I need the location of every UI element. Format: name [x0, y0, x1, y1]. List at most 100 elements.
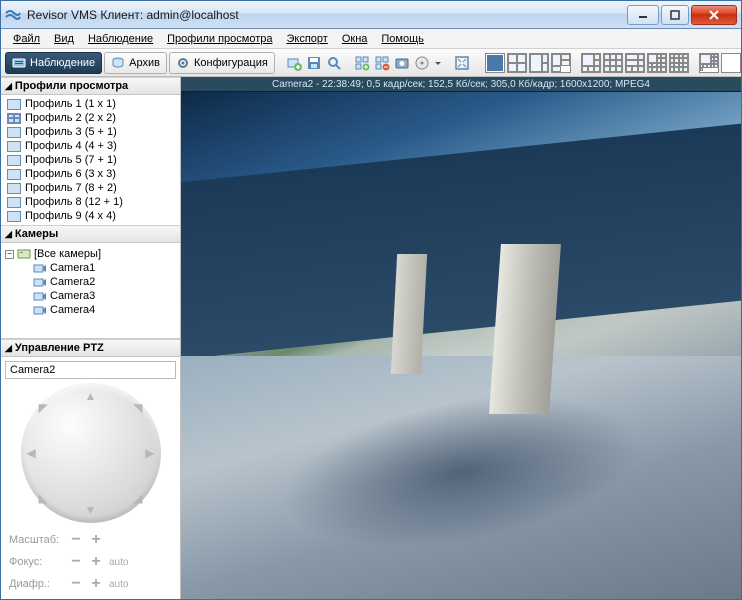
camera-item[interactable]: Camera3: [5, 289, 176, 303]
surveillance-icon: [12, 56, 26, 70]
iris-close-button[interactable]: −: [69, 575, 83, 593]
layout-4x4[interactable]: [669, 53, 689, 73]
profiles-header[interactable]: ◢Профили просмотра: [1, 77, 180, 95]
menu-export[interactable]: Экспорт: [280, 31, 333, 47]
tool-search[interactable]: [325, 52, 343, 74]
ptz-header[interactable]: ◢Управление PTZ: [1, 339, 180, 357]
tab-config-label: Конфигурация: [194, 57, 268, 69]
expand-icon[interactable]: −: [5, 250, 14, 259]
camera-video-feed[interactable]: [181, 92, 741, 599]
ptz-iris-row: Диафр.: − + auto: [5, 573, 176, 595]
camera-item[interactable]: Camera2: [5, 275, 176, 289]
layout-5x5[interactable]: [721, 53, 741, 73]
ptz-zoom-row: Масштаб: − +: [5, 529, 176, 551]
layout-1x1[interactable]: [485, 53, 505, 73]
close-button[interactable]: [691, 5, 737, 25]
profile-item[interactable]: Профиль 6 (3 x 3): [1, 167, 180, 181]
menubar: Файл Вид Наблюдение Профили просмотра Эк…: [1, 29, 741, 49]
joy-right-icon: ▶: [145, 446, 154, 460]
ptz-zoom-label: Масштаб:: [9, 534, 63, 546]
joy-nw-icon: ◤: [39, 401, 48, 415]
ptz-panel: ◢Управление PTZ Camera2 ▲ ▼ ◀ ▶ ◥ ◤ ◢ ◣: [1, 338, 180, 599]
tool-add[interactable]: [285, 52, 303, 74]
ptz-iris-label: Диафр.:: [9, 578, 63, 590]
menu-file[interactable]: Файл: [7, 31, 46, 47]
layout-5p1[interactable]: [529, 53, 549, 73]
tab-surveillance[interactable]: Наблюдение: [5, 52, 102, 74]
tool-snapshot[interactable]: [393, 52, 411, 74]
profile-item[interactable]: Профиль 4 (4 + 3): [1, 139, 180, 153]
app-icon: [5, 7, 21, 23]
profile-item[interactable]: Профиль 5 (7 + 1): [1, 153, 180, 167]
camera-icon: [33, 305, 47, 316]
archive-icon: [111, 56, 125, 70]
layout-icon: [7, 211, 21, 222]
profile-item[interactable]: Профиль 9 (4 x 4): [1, 209, 180, 223]
iris-open-button[interactable]: +: [89, 575, 103, 593]
joy-ne-icon: ◥: [133, 401, 142, 415]
layout-4p3[interactable]: [551, 53, 571, 73]
zoom-in-button[interactable]: +: [89, 531, 103, 549]
joy-down-icon: ▼: [85, 503, 97, 517]
profile-item[interactable]: Профиль 7 (8 + 2): [1, 181, 180, 195]
profile-item[interactable]: Профиль 3 (5 + 1): [1, 125, 180, 139]
ptz-camera-select[interactable]: Camera2: [5, 361, 176, 379]
focus-auto-button[interactable]: auto: [109, 557, 128, 568]
profiles-list: Профиль 1 (1 x 1) Профиль 2 (2 x 2) Проф…: [1, 95, 180, 225]
iris-auto-button[interactable]: auto: [109, 579, 128, 590]
joy-up-icon: ▲: [85, 389, 97, 403]
sidebar: ◢Профили просмотра Профиль 1 (1 x 1) Про…: [1, 77, 181, 599]
layout-12p1[interactable]: [647, 53, 667, 73]
tab-archive[interactable]: Архив: [104, 52, 167, 74]
tool-grid-remove[interactable]: [373, 52, 391, 74]
zoom-out-button[interactable]: −: [69, 531, 83, 549]
focus-near-button[interactable]: −: [69, 553, 83, 571]
profile-item[interactable]: Профиль 1 (1 x 1): [1, 97, 180, 111]
tool-disc[interactable]: [413, 52, 431, 74]
layout-icon: [7, 155, 21, 166]
profile-item[interactable]: Профиль 2 (2 x 2): [1, 111, 180, 125]
layout-8p2[interactable]: [625, 53, 645, 73]
tab-config[interactable]: Конфигурация: [169, 52, 275, 74]
camera-icon: [33, 291, 47, 302]
layout-icon: [7, 141, 21, 152]
layout-icon: [7, 169, 21, 180]
toolbar: Наблюдение Архив Конфигурация: [1, 49, 741, 77]
menu-surveillance[interactable]: Наблюдение: [82, 31, 159, 47]
server-icon: [17, 248, 31, 260]
minimize-button[interactable]: [627, 5, 659, 25]
layout-3x3[interactable]: [603, 53, 623, 73]
ptz-focus-row: Фокус: − + auto: [5, 551, 176, 573]
camera-item[interactable]: Camera1: [5, 261, 176, 275]
menu-help[interactable]: Помощь: [375, 31, 430, 47]
camera-item[interactable]: Camera4: [5, 303, 176, 317]
layout-buttons: [485, 53, 742, 73]
menu-view[interactable]: Вид: [48, 31, 80, 47]
focus-far-button[interactable]: +: [89, 553, 103, 571]
cameras-tree: − [Все камеры] Camera1 Camera2 Camera3 C…: [1, 243, 180, 338]
tool-grid-add[interactable]: [353, 52, 371, 74]
gear-icon: [176, 56, 190, 70]
joy-se-icon: ◢: [133, 491, 142, 505]
layout-7p1[interactable]: [581, 53, 601, 73]
tool-dropdown[interactable]: [433, 52, 443, 74]
layout-2x2[interactable]: [507, 53, 527, 73]
layout-icon: [7, 197, 21, 208]
tab-surveillance-label: Наблюдение: [30, 57, 95, 69]
tree-root[interactable]: − [Все камеры]: [5, 247, 176, 261]
content-area: ◢Профили просмотра Профиль 1 (1 x 1) Про…: [1, 77, 741, 599]
layout-big1[interactable]: [699, 53, 719, 73]
tool-fullscreen[interactable]: [453, 52, 471, 74]
maximize-button[interactable]: [661, 5, 689, 25]
tool-save[interactable]: [305, 52, 323, 74]
menu-windows[interactable]: Окна: [336, 31, 374, 47]
ptz-joystick[interactable]: ▲ ▼ ◀ ▶ ◥ ◤ ◢ ◣: [21, 383, 161, 523]
cameras-header[interactable]: ◢Камеры: [1, 225, 180, 243]
joy-left-icon: ◀: [27, 446, 36, 460]
menu-profiles[interactable]: Профили просмотра: [161, 31, 278, 47]
layout-icon: [7, 127, 21, 138]
titlebar[interactable]: Revisor VMS Клиент: admin@localhost: [1, 1, 741, 29]
ptz-focus-label: Фокус:: [9, 556, 63, 568]
camera-icon: [33, 277, 47, 288]
profile-item[interactable]: Профиль 8 (12 + 1): [1, 195, 180, 209]
